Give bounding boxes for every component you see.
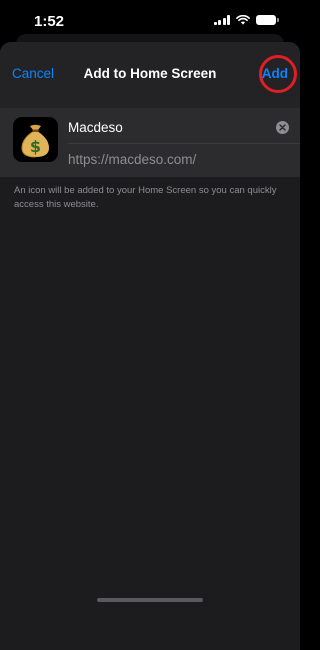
status-icons xyxy=(213,15,279,25)
bookmark-name-input[interactable] xyxy=(68,120,258,135)
navigation-bar: Cancel Add to Home Screen Add xyxy=(0,42,300,109)
bookmark-url: https://macdeso.com/ xyxy=(68,152,197,167)
card-divider xyxy=(68,143,300,144)
add-to-home-screen-sheet: Cancel Add to Home Screen Add $ https://… xyxy=(0,42,300,650)
cellular-signal-icon xyxy=(213,15,230,25)
money-bag-icon: $ xyxy=(13,117,58,162)
bookmark-card: $ https://macdeso.com/ xyxy=(0,109,300,177)
battery-icon xyxy=(256,15,279,25)
description-text: An icon will be added to your Home Scree… xyxy=(14,185,277,210)
add-button[interactable]: Add xyxy=(262,66,288,81)
status-time: 1:52 xyxy=(34,13,65,30)
home-indicator xyxy=(97,598,203,602)
cancel-button[interactable]: Cancel xyxy=(12,66,54,81)
svg-text:$: $ xyxy=(30,137,41,156)
wifi-icon xyxy=(236,15,250,25)
clear-text-icon[interactable] xyxy=(276,121,289,134)
